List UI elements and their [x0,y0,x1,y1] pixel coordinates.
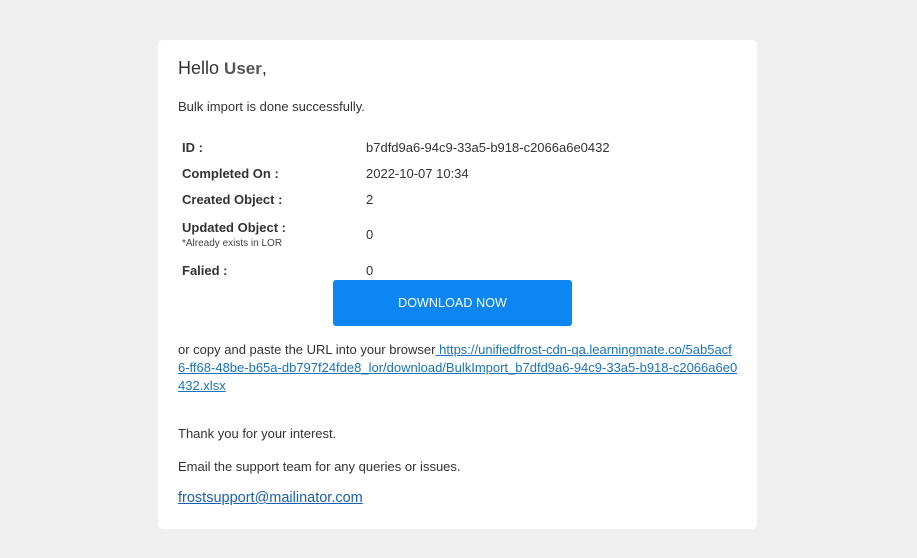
intro-text: Bulk import is done successfully. [178,99,365,114]
created-value: 2 [366,191,374,207]
support-email-link[interactable]: frostsupport@mailinator.com [178,490,363,506]
greeting-prefix: Hello [178,58,220,78]
id-label: ID : [182,139,203,155]
updated-value: 0 [366,226,374,242]
completed-value: 2022-10-07 10:34 [366,165,469,181]
greeting-user: User [224,59,262,78]
completed-label: Completed On : [182,165,279,181]
updated-label: Updated Object : [182,219,287,235]
url-paragraph: or copy and paste the URL into your brow… [178,341,738,395]
updated-label-cell: Updated Object : *Already exists in LOR [178,212,362,256]
import-details-table: ID : b7dfd9a6-94c9-33a5-b918-c2066a6e043… [178,134,614,284]
thanks-text: Thank you for your interest. [178,426,337,441]
id-value: b7dfd9a6-94c9-33a5-b918-c2066a6e0432 [366,139,610,155]
support-text: Email the support team for any queries o… [178,459,461,474]
detail-row-completed: Completed On : 2022-10-07 10:34 [178,160,614,186]
download-now-button[interactable]: DOWNLOAD NOW [333,280,572,326]
updated-note: *Already exists in LOR [182,237,283,249]
url-prefix: or copy and paste the URL into your brow… [178,342,436,357]
detail-row-id: ID : b7dfd9a6-94c9-33a5-b918-c2066a6e043… [178,134,614,160]
email-card: Hello User, Bulk import is done successf… [158,40,757,529]
created-label: Created Object : [182,191,283,207]
detail-row-created: Created Object : 2 [178,186,614,212]
detail-row-updated: Updated Object : *Already exists in LOR … [178,212,614,256]
greeting-suffix: , [261,58,267,78]
greeting: Hello User, [178,58,267,79]
